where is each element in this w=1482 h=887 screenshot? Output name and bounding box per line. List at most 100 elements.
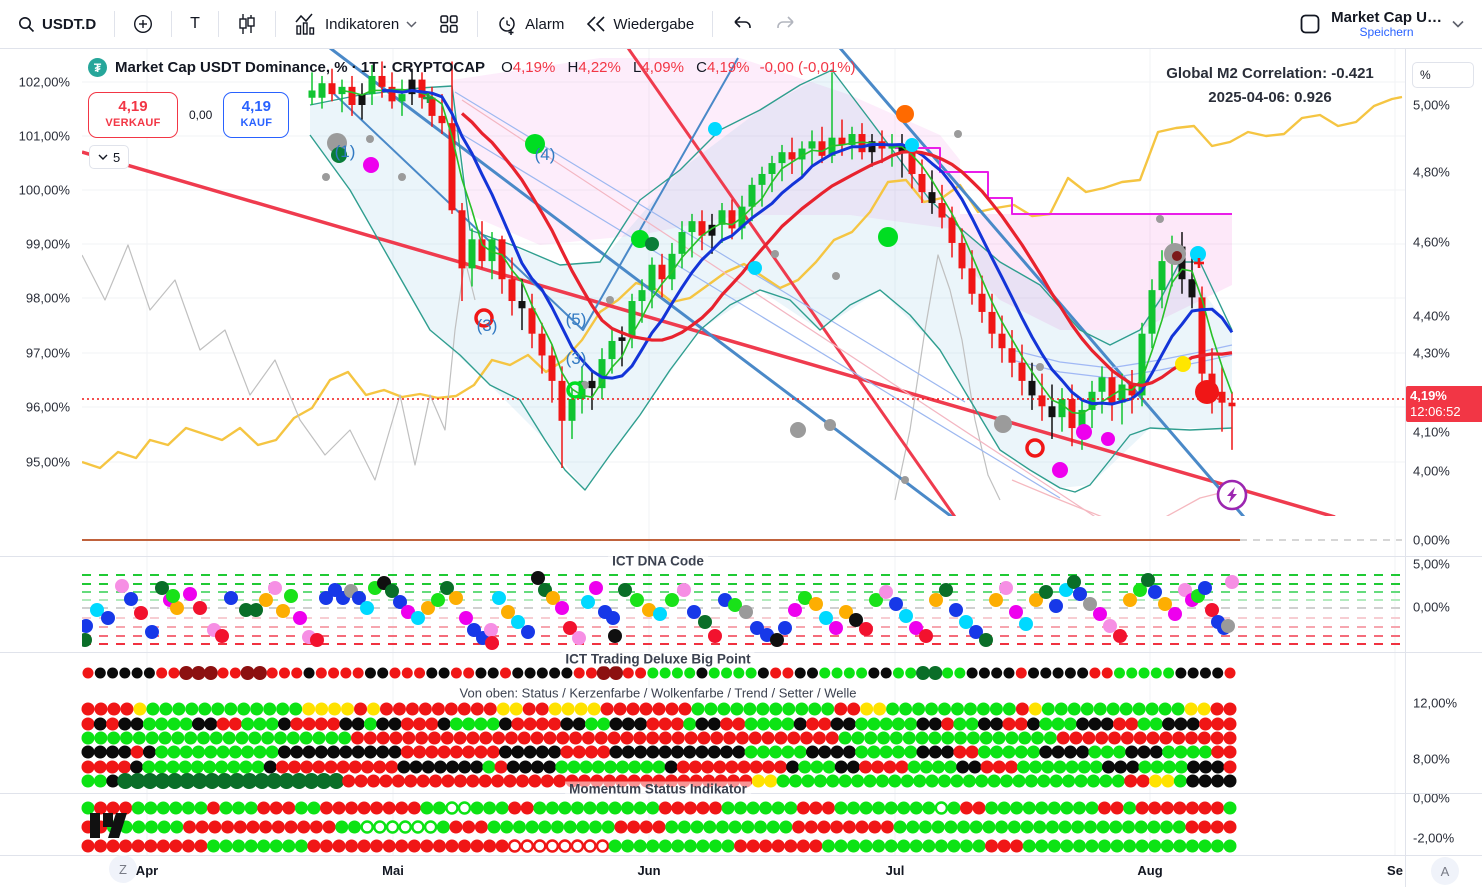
wolkenfarbe-row-dot [377,732,390,745]
trend-row-dot [106,746,119,759]
kerzenfarbe-row-dot [646,718,659,731]
momentum-row-1-dot [1136,802,1149,815]
status-row-dot [782,703,795,716]
time-axis-label[interactable]: Mai [382,863,404,878]
trend-row-dot [548,746,561,759]
chevron-down-icon[interactable] [1452,20,1464,28]
m2-correlation-label: Global M2 Correlation: -0.421 2025-04-06… [1150,62,1390,110]
zoom-out-button[interactable]: Z [109,855,137,883]
bigpoint-row-dot [1102,668,1113,679]
momentum-row-3-dot [1211,840,1224,853]
signal-dot [824,419,836,431]
undo-button[interactable] [723,10,761,38]
dna-dot [708,629,722,643]
status-row-dot [94,703,107,716]
trend-row-dot [241,746,254,759]
momentum-row-3-dot [1136,840,1149,853]
trend-row-dot [659,746,672,759]
spread-value: 0,00 [186,107,215,123]
trend-row-dot [499,746,512,759]
momentum-row-1-dot [558,802,571,815]
time-axis-label[interactable]: Se [1387,863,1403,878]
dna-dot [183,587,197,601]
time-axis-label[interactable]: Jun [637,863,660,878]
wolkenfarbe-row-dot [197,732,210,745]
candle-body [759,174,766,185]
momentum-row-2-dot [843,821,856,834]
kerzenfarbe-row-dot [622,718,635,731]
bigpoint-row-dot [1003,668,1014,679]
status-row-dot [1211,703,1224,716]
kerzenfarbe-row-dot [499,718,512,731]
replay-button[interactable]: Wiedergabe [578,10,702,39]
redo-button[interactable] [767,10,805,38]
momentum-row-2-dot [703,821,716,834]
alert-button[interactable]: Alarm [488,7,572,41]
auto-fit-button[interactable]: A [1431,857,1459,885]
layout-square-icon[interactable] [1299,13,1321,35]
pane-separator[interactable] [0,556,1482,557]
momentum-row-1-dot [973,802,986,815]
chart-legend[interactable]: ₮ Market Cap USDT Dominance, % · 1T · CR… [88,58,856,77]
symbol-search-button[interactable]: USDT.D [10,10,104,39]
time-axis-label[interactable]: Apr [136,863,158,878]
signal-dot [954,130,962,138]
pane-separator[interactable] [0,855,1482,856]
trend-row-dot [573,746,586,759]
setter-row-dot [543,761,556,774]
welle-row-dot [975,775,988,788]
trend-row-dot [143,746,156,759]
compare-add-button[interactable] [125,8,161,40]
momentum-row-3-dot [621,840,634,853]
setter-row-dot [118,761,131,774]
wolkenfarbe-row-dot [659,732,672,745]
candle-body [969,268,976,293]
trend-row-dot [855,746,868,759]
left-axis-label: 99,00% [0,237,70,252]
wolkenfarbe-row-dot [993,732,1006,745]
sell-button[interactable]: 4,19 VERKAUF [88,92,178,138]
left-axis-label: 100,00% [0,183,70,198]
buy-button[interactable]: 4,19 KAUF [223,92,289,138]
kerzenfarbe-row-dot [671,718,684,731]
setter-row-dot [616,761,629,774]
momentum-row-3-dot [922,840,935,853]
wolkenfarbe-row-dot [1147,732,1160,745]
kerzenfarbe-row-dot [560,718,573,731]
momentum-row-2-dot [589,821,602,834]
momentum-row-1-dot [1111,802,1124,815]
setter-row-dot [1126,761,1139,774]
percent-scale-button[interactable]: % [1412,62,1474,88]
setter-row-dot [179,761,192,774]
status-row-dot [1172,703,1185,716]
signal-dot [771,250,779,258]
momentum-row-3-dot [358,840,371,853]
setter-row-dot [1211,761,1224,774]
dna-pane [78,571,1402,650]
momentum-row-1-dot [860,802,873,815]
wolkenfarbe-row-dot [1159,732,1172,745]
wolkenfarbe-row-dot [223,732,236,745]
dna-dot [572,631,586,645]
chart-style-button[interactable] [229,7,265,41]
status-row-dot [458,703,471,716]
time-axis-label[interactable]: Jul [886,863,905,878]
bigpoint-row-dot [709,668,720,679]
indicators-button[interactable]: Indikatoren [286,7,425,41]
kerzenfarbe-row-dot [511,718,524,731]
setter-row-dot [227,761,240,774]
bar-count-dropdown[interactable]: 5 [89,145,129,169]
candle-body [679,232,686,254]
momentum-row-3-dot [734,840,747,853]
kerzenfarbe-row-dot [155,718,168,731]
setter-row-dot [94,761,107,774]
save-button[interactable]: Speichern [1331,26,1442,39]
interval-button[interactable]: T [182,9,208,39]
bigpoint-row-dot [192,666,206,680]
chart-surface[interactable]: (1)(3)(4)(5)(3) ₮ Market Cap USDT Domina… [0,48,1482,887]
layout-menu[interactable]: Market Cap U… Speichern [1331,10,1442,39]
signal-dot [1076,424,1092,440]
templates-button[interactable] [431,8,467,40]
status-row-dot [406,703,419,716]
time-axis-label[interactable]: Aug [1137,863,1162,878]
